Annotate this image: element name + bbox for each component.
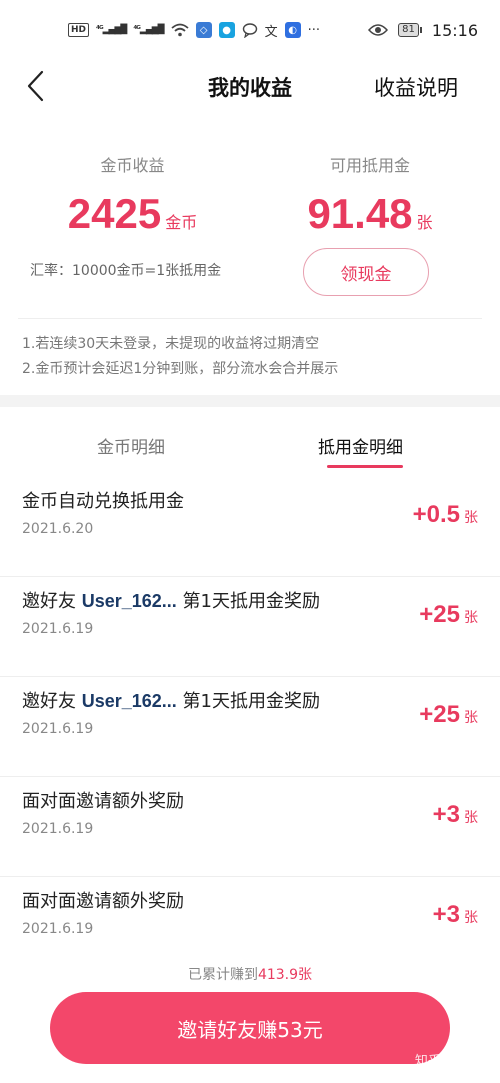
record-title: 面对面邀请额外奖励	[22, 787, 184, 813]
detail-tabs: 金币明细 抵用金明细	[0, 407, 500, 477]
record-amount-value: +3	[432, 901, 460, 928]
coin-earnings-unit: 金币	[165, 213, 198, 232]
tab-voucher-details[interactable]: 抵用金明细	[318, 433, 403, 458]
record-amount-unit: 张	[464, 810, 478, 826]
earnings-help-link[interactable]: 收益说明	[374, 72, 458, 102]
voucher-balance-value-row: 91.48 张	[270, 190, 470, 238]
active-tab-indicator	[327, 465, 403, 468]
list-item: 邀好友 User_162... 第1天抵用金奖励 2021.6.19 +25 张	[0, 677, 500, 777]
record-amount-unit: 张	[464, 710, 478, 726]
record-title-text: 金币自动兑换抵用金	[22, 491, 184, 512]
app-notify-icon-2: ●	[218, 22, 235, 38]
record-title-suffix: 第1天抵用金奖励	[176, 591, 320, 612]
coin-earnings: 金币收益 2425 金币	[40, 152, 225, 238]
eye-icon	[368, 24, 389, 36]
status-right: 81 15:16	[368, 21, 478, 40]
record-date: 2021.6.20	[22, 521, 94, 537]
record-title-prefix: 邀好友	[22, 591, 82, 612]
record-title: 面对面邀请额外奖励	[22, 887, 184, 913]
translate-icon: 文	[264, 24, 278, 40]
total-earned-value: 413.9张	[257, 967, 313, 983]
watermark: 知乎 @再说	[414, 1054, 484, 1069]
record-amount: +25 张	[419, 601, 478, 629]
record-username: User_162...	[81, 591, 177, 611]
record-title: 金币自动兑换抵用金	[22, 487, 184, 513]
chat-icon	[242, 23, 257, 38]
record-title-suffix: 第1天抵用金奖励	[176, 691, 320, 712]
clock: 15:16	[431, 20, 478, 40]
record-amount: +3 张	[433, 801, 478, 829]
app-notify-icon-1: ◇	[195, 22, 212, 38]
record-date: 2021.6.19	[22, 721, 94, 737]
battery-tip	[419, 27, 422, 33]
record-title: 邀好友 User_162... 第1天抵用金奖励	[22, 687, 320, 713]
divider	[18, 318, 482, 319]
battery-icon: 81	[398, 23, 422, 37]
record-amount-value: +25	[419, 701, 460, 728]
section-separator	[0, 395, 500, 407]
app-notify-icon-3: ◐	[284, 22, 301, 38]
record-date: 2021.6.19	[22, 821, 94, 837]
notice-line-1: 1.若连续30天未登录，未提现的收益将过期清空	[22, 336, 320, 352]
record-amount-unit: 张	[464, 910, 478, 926]
record-amount-value: +25	[419, 601, 460, 628]
record-title: 邀好友 User_162... 第1天抵用金奖励	[22, 587, 320, 613]
withdraw-cash-button[interactable]: 领现金	[303, 248, 429, 296]
record-amount: +3 张	[433, 901, 478, 929]
list-item: 金币自动兑换抵用金 2021.6.20 +0.5 张	[0, 477, 500, 577]
nav-bar: 我的收益 收益说明	[0, 60, 500, 112]
invite-friends-button[interactable]: 邀请好友赚53元	[50, 992, 450, 1064]
record-amount: +0.5 张	[413, 501, 478, 529]
status-bar: HD ⁴ᴳ▂▄▆█ ⁴ᴳ▂▄▆█ ◇ ● 文 ◐ ··· 81 15:16	[0, 0, 500, 60]
more-notifications-icon: ···	[307, 22, 321, 38]
record-title-prefix: 邀好友	[22, 691, 82, 712]
record-date: 2021.6.19	[22, 621, 94, 637]
record-amount-unit: 张	[464, 610, 478, 626]
total-earned: 已累计赚到413.9张	[0, 964, 500, 984]
wifi-icon	[171, 23, 189, 37]
status-left: HD ⁴ᴳ▂▄▆█ ⁴ᴳ▂▄▆█ ◇ ● 文 ◐ ···	[68, 21, 320, 40]
list-item: 面对面邀请额外奖励 2021.6.19 +3 张	[0, 777, 500, 877]
network-label-2: ⁴ᴳ	[133, 25, 141, 35]
network-label-1: ⁴ᴳ	[96, 25, 104, 35]
battery-level: 81	[398, 23, 419, 37]
voucher-balance-value: 91.48	[307, 190, 413, 237]
notice-line-2: 2.金币预计会延迟1分钟到账，部分流水会合并展示	[22, 361, 339, 377]
voucher-balance: 可用抵用金 91.48 张	[270, 152, 470, 238]
coin-earnings-value: 2425	[67, 190, 162, 237]
record-amount-value: +3	[432, 801, 460, 828]
coin-earnings-label: 金币收益	[100, 156, 165, 175]
record-amount: +25 张	[419, 701, 478, 729]
list-item: 邀好友 User_162... 第1天抵用金奖励 2021.6.19 +25 张	[0, 577, 500, 677]
record-amount-value: +0.5	[412, 501, 460, 528]
record-title-text: 面对面邀请额外奖励	[22, 791, 184, 812]
record-username: User_162...	[81, 691, 177, 711]
record-amount-unit: 张	[464, 510, 478, 526]
exchange-rate: 汇率：10000金币=1张抵用金	[30, 263, 222, 279]
coin-earnings-value-row: 2425 金币	[40, 190, 225, 238]
record-date: 2021.6.19	[22, 921, 94, 937]
total-earned-label: 已累计赚到	[187, 967, 258, 983]
signal-4g-icon-2: ⁴ᴳ▂▄▆█	[133, 25, 164, 35]
signal-4g-icon: ⁴ᴳ▂▄▆█	[96, 25, 127, 35]
voucher-balance-unit: 张	[416, 213, 433, 232]
tab-coin-details[interactable]: 金币明细	[97, 433, 165, 458]
voucher-balance-label: 可用抵用金	[329, 156, 410, 175]
record-title-text: 面对面邀请额外奖励	[22, 891, 184, 912]
bottom-bar: 已累计赚到413.9张 邀请好友赚53元 知乎 @再说	[0, 950, 500, 1083]
hd-indicator: HD	[68, 23, 90, 37]
